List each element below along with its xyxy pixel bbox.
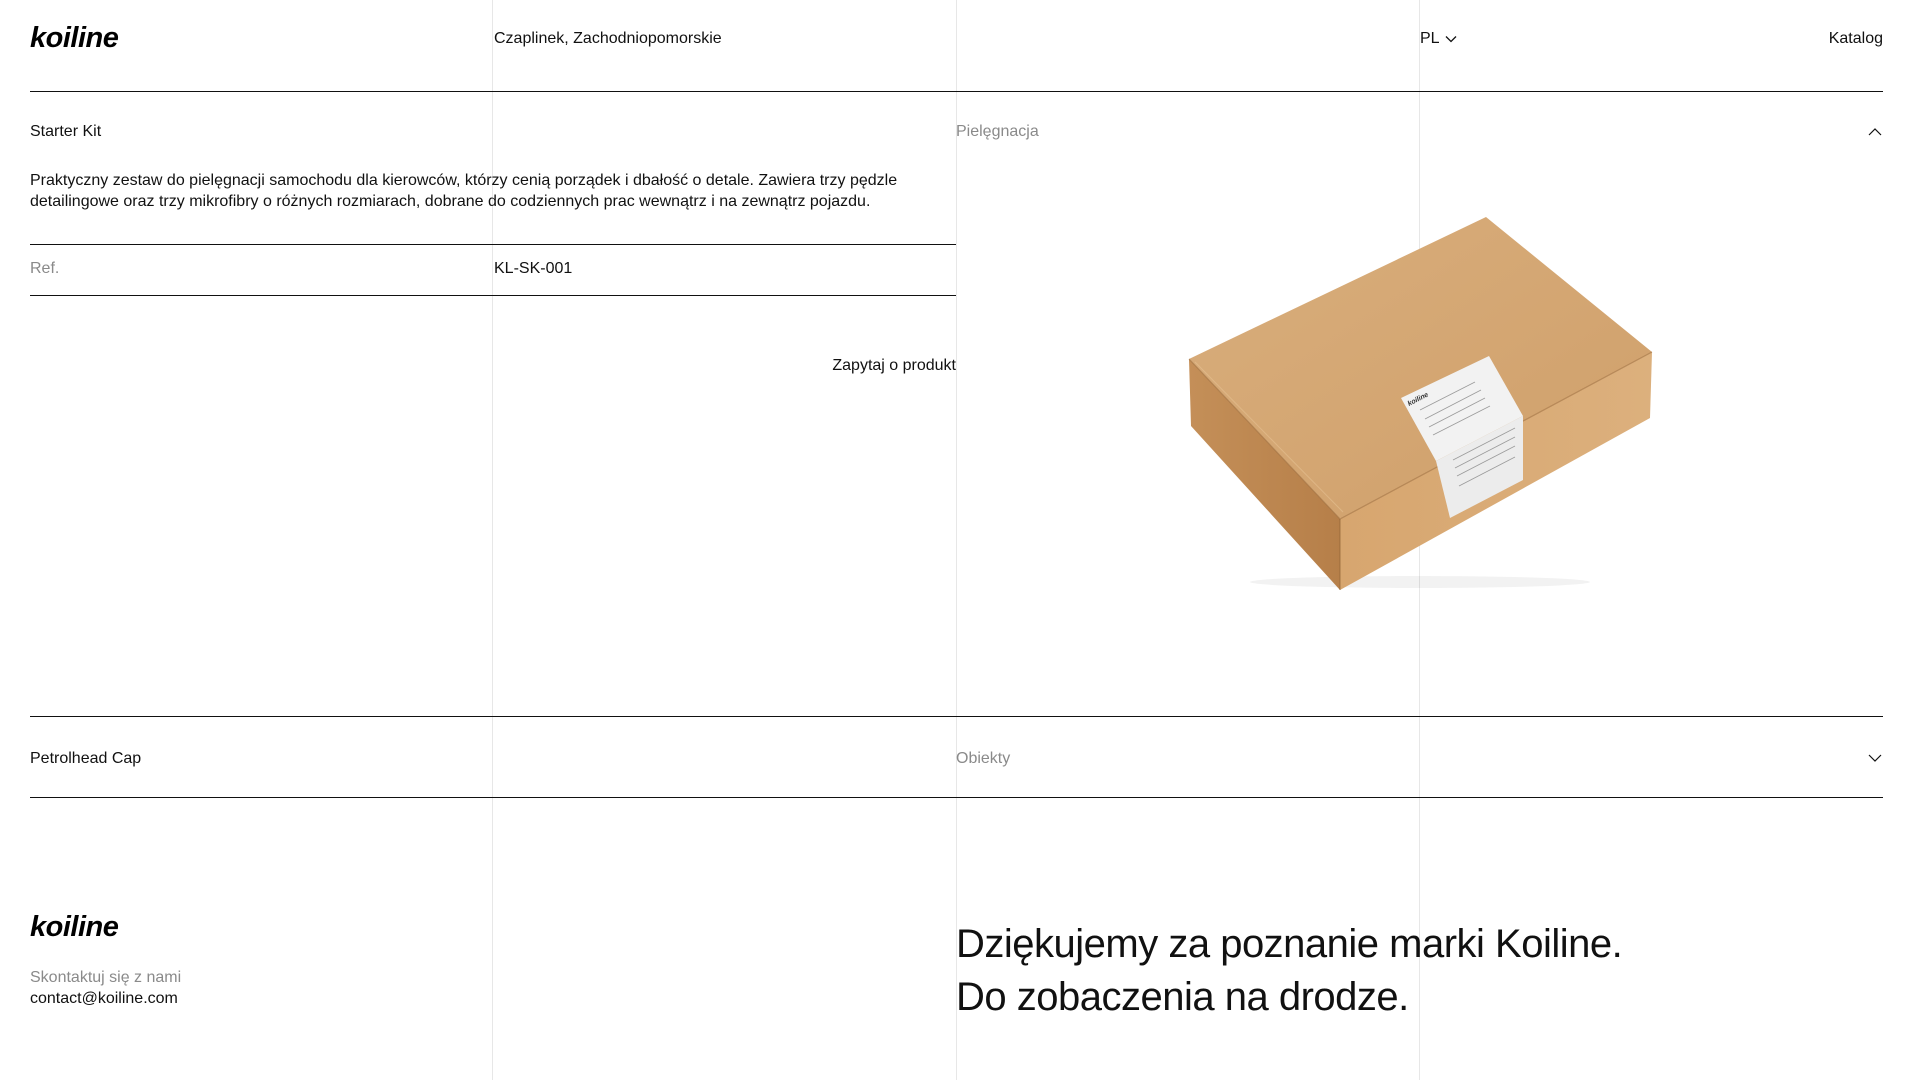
box-illustration: koiline: [1188, 217, 1653, 590]
product-name[interactable]: Petrolhead Cap: [30, 749, 141, 769]
catalog-link[interactable]: Katalog: [1829, 29, 1883, 49]
grid-guide: [492, 0, 493, 1080]
header-divider: [30, 91, 1883, 92]
chevron-down-icon[interactable]: [1866, 749, 1884, 767]
footer-logo[interactable]: koiline: [30, 911, 119, 944]
product-divider: [30, 716, 1883, 717]
product-name[interactable]: Starter Kit: [30, 122, 101, 142]
contact-label: Skontaktuj się z nami: [30, 969, 182, 986]
product-category: Obiekty: [956, 750, 1011, 767]
product-description: Praktyczny zestaw do pielęgnacji samocho…: [30, 172, 898, 210]
thank-you-line: Dziękujemy za poznanie marki Koiline.: [956, 922, 1623, 966]
product-category: Pielęgnacja: [956, 123, 1039, 140]
ref-value: KL-SK-001: [494, 260, 573, 277]
chevron-up-icon[interactable]: [1866, 123, 1884, 141]
language-label: PL: [1420, 30, 1440, 47]
thank-you-line: Do zobaczenia na drodze.: [956, 975, 1409, 1019]
product-divider: [30, 797, 1883, 798]
details-divider: [30, 244, 956, 245]
brand-logo[interactable]: koiline: [30, 22, 119, 55]
location-text: Czaplinek, Zachodniopomorskie: [494, 30, 722, 47]
language-selector[interactable]: PL: [1420, 29, 1458, 49]
contact-email[interactable]: contact@koiline.com: [30, 989, 178, 1009]
details-divider: [30, 295, 956, 296]
thank-you-message: Dziękujemy za poznanie marki Koiline. Do…: [956, 918, 1623, 1024]
product-image: koiline: [1185, 212, 1655, 592]
chevron-down-icon: [1445, 36, 1457, 43]
inquiry-button[interactable]: Zapytaj o produkt: [832, 356, 956, 376]
ref-label: Ref.: [30, 260, 60, 277]
